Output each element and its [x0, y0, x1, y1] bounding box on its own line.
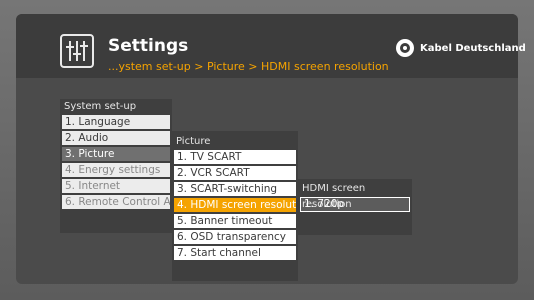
menu-item-tv-scart[interactable]: 1. TV SCART — [174, 150, 296, 164]
menu-item-start-channel[interactable]: 7. Start channel — [174, 246, 296, 260]
breadcrumb: ...ystem set-up > Picture > HDMI screen … — [108, 60, 389, 73]
menu-item-audio[interactable]: 2. Audio — [62, 131, 170, 145]
menu-item-vcr-scart[interactable]: 2. VCR SCART — [174, 166, 296, 180]
menu-item-banner-timeout[interactable]: 5. Banner timeout — [174, 214, 296, 228]
menu-item-osd-transparency[interactable]: 6. OSD transparency — [174, 230, 296, 244]
kabel-deutschland-logo-icon — [396, 39, 414, 57]
menu-item-hdmi-screen-resolution[interactable]: 4. HDMI screen resolution — [174, 198, 296, 212]
menu-item-language[interactable]: 1. Language — [62, 115, 170, 129]
system-setup-panel: System set-up 1. Language 2. Audio 3. Pi… — [60, 99, 172, 233]
menu-item-720p[interactable]: 1. 720p — [300, 197, 410, 212]
settings-sliders-icon — [60, 34, 94, 68]
menu-item-internet[interactable]: 5. Internet — [62, 179, 170, 193]
hdmi-resolution-panel: HDMI screen resolution 1. 720p — [298, 179, 412, 235]
tv-screen: Settings ...ystem set-up > Picture > HDM… — [0, 0, 534, 300]
picture-panel: Picture 1. TV SCART 2. VCR SCART 3. SCAR… — [172, 131, 298, 281]
menu-item-scart-switching[interactable]: 3. SCART-switching — [174, 182, 296, 196]
system-setup-title: System set-up — [64, 101, 137, 112]
menu-item-remote-control-app[interactable]: 6. Remote Control App — [62, 195, 170, 209]
hdmi-resolution-title: HDMI screen resolution — [302, 183, 366, 210]
page-title: Settings — [108, 36, 189, 56]
menu-item-picture[interactable]: 3. Picture — [62, 147, 170, 161]
menu-item-energy-settings[interactable]: 4. Energy settings — [62, 163, 170, 177]
brand-name: Kabel Deutschland — [420, 42, 526, 54]
picture-title: Picture — [176, 136, 211, 147]
brand: Kabel Deutschland — [396, 39, 526, 57]
